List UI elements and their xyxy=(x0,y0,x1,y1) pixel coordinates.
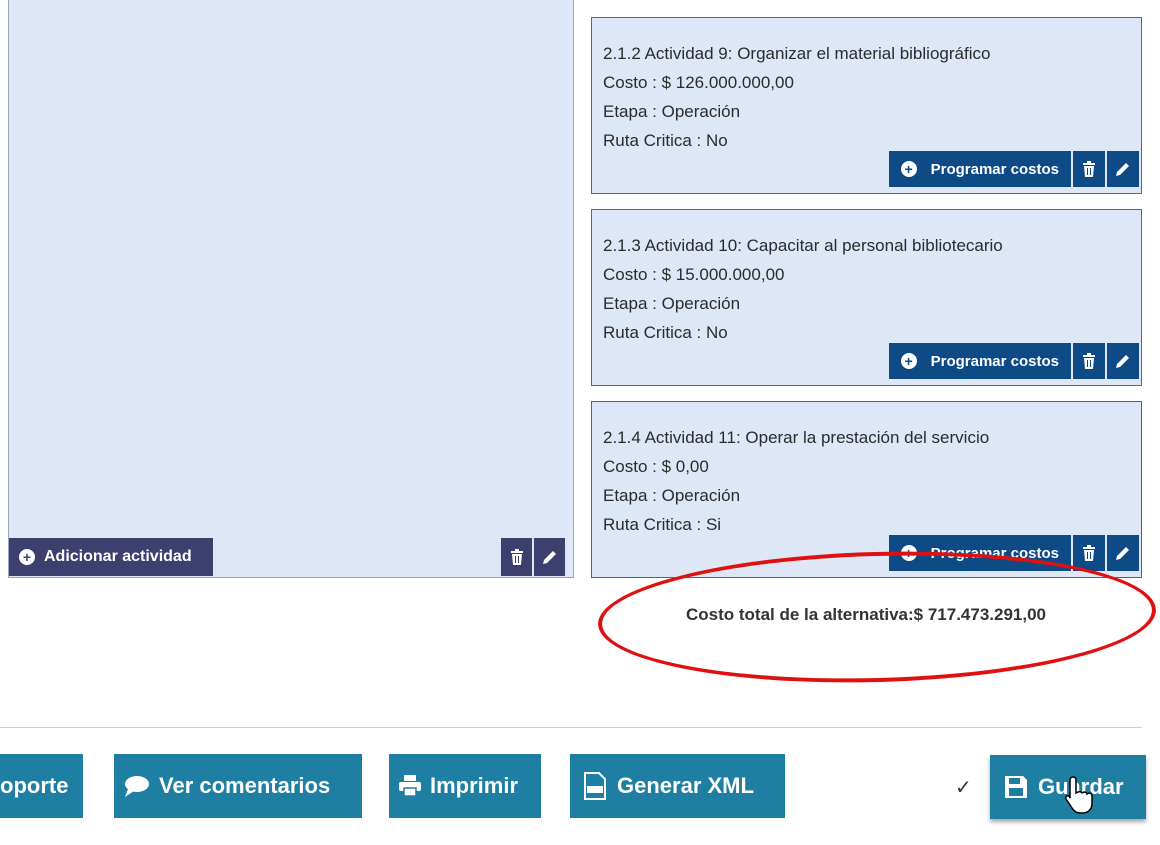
trash-icon xyxy=(1083,545,1095,561)
alternative-icons xyxy=(501,538,565,576)
delete-activity-button[interactable] xyxy=(1073,151,1105,187)
view-comments-button[interactable]: Ver comentarios xyxy=(114,754,362,818)
schedule-costs-label: Programar costos xyxy=(930,160,1059,178)
plus-circle-icon: + xyxy=(19,549,35,565)
activity-stage: Etapa : Operación xyxy=(603,102,741,121)
activity-title: 2.1.4 Actividad 11: Operar la prestación… xyxy=(603,428,990,447)
floppy-disk-icon xyxy=(1005,776,1027,798)
alternative-panel-actions: + Adicionar actividad xyxy=(9,529,573,577)
divider xyxy=(0,727,1142,728)
activity-card: 2.1.3 Actividad 10: Capacitar al persona… xyxy=(591,209,1142,386)
print-label: Imprimir xyxy=(430,773,519,798)
generate-xml-label: Generar XML xyxy=(617,773,754,798)
schedule-costs-label: Programar costos xyxy=(930,352,1059,370)
pencil-icon xyxy=(1116,547,1129,560)
pencil-icon xyxy=(542,551,556,564)
edit-alternative-button[interactable] xyxy=(534,538,565,576)
activity-stage: Etapa : Operación xyxy=(603,486,741,505)
print-button[interactable]: Imprimir xyxy=(389,754,541,818)
hand-cursor-icon xyxy=(1065,776,1093,814)
edit-activity-button[interactable] xyxy=(1107,343,1139,379)
trash-icon xyxy=(1083,353,1095,369)
activity-cost: Costo : $ 15.000.000,00 xyxy=(603,265,785,284)
activity-card: 2.1.2 Actividad 9: Organizar el material… xyxy=(591,17,1142,194)
trash-icon xyxy=(1083,161,1095,177)
schedule-costs-button[interactable]: + Programar costos xyxy=(888,343,1071,379)
trash-icon xyxy=(510,549,523,565)
generate-xml-button[interactable]: Generar XML xyxy=(570,754,785,818)
edit-activity-button[interactable] xyxy=(1107,151,1139,187)
activity-stage: Etapa : Operación xyxy=(603,294,741,313)
plus-circle-icon: + xyxy=(900,161,917,177)
delete-activity-button[interactable] xyxy=(1073,535,1105,571)
delete-alternative-button[interactable] xyxy=(501,538,532,576)
schedule-costs-button[interactable]: + Programar costos xyxy=(888,151,1071,187)
pencil-icon xyxy=(1116,163,1129,176)
alternative-panel: + Adicionar actividad xyxy=(8,0,574,578)
activity-title: 2.1.2 Actividad 9: Organizar el material… xyxy=(603,44,991,63)
activity-cost: Costo : $ 0,00 xyxy=(603,457,709,476)
delete-activity-button[interactable] xyxy=(1073,343,1105,379)
saved-check-icon: ✓ xyxy=(955,777,972,799)
support-label: oporte xyxy=(0,773,69,798)
comment-icon xyxy=(125,776,149,797)
xml-file-icon xyxy=(584,772,606,800)
plus-circle-icon: + xyxy=(900,353,917,369)
edit-activity-button[interactable] xyxy=(1107,535,1139,571)
print-icon xyxy=(399,775,421,797)
add-activity-label: Adicionar actividad xyxy=(44,548,192,565)
support-button[interactable]: oporte xyxy=(0,754,83,818)
view-comments-label: Ver comentarios xyxy=(159,773,331,798)
activity-title: 2.1.3 Actividad 10: Capacitar al persona… xyxy=(603,236,1003,255)
add-activity-button[interactable]: + Adicionar actividad xyxy=(9,538,213,576)
pencil-icon xyxy=(1116,355,1129,368)
activity-cost: Costo : $ 126.000.000,00 xyxy=(603,73,794,92)
